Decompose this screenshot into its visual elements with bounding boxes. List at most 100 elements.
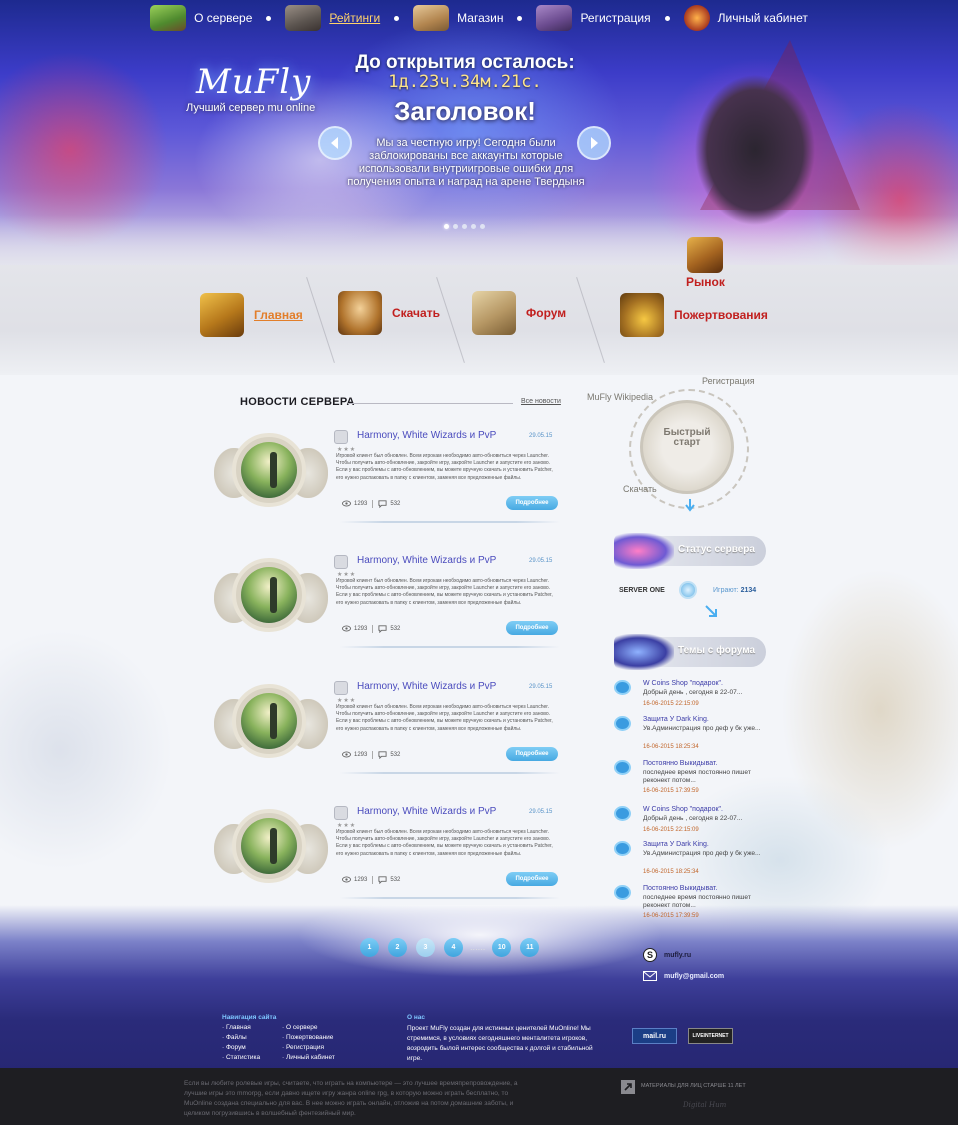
topic-title[interactable]: Постоянно Выкидыват. [643,760,717,767]
footer-nav-title: Навигация сайта [222,1014,277,1021]
hero-figure [270,452,277,488]
site-logo[interactable]: MuFly [196,62,311,102]
page-button[interactable]: 10 [492,938,512,957]
post-emblem [212,428,330,523]
topic-date: 16-06-2015 17:39:59 [643,788,699,794]
forum-topic[interactable]: Постоянно Выкидыват. последнее время пос… [614,760,764,800]
topnav-cabinet[interactable]: Личный кабинет [683,5,808,31]
post-thumbnail[interactable] [232,433,306,507]
post-title[interactable]: Harmony, White Wizards и PvP [357,681,496,692]
menu-forum[interactable]: Форум [472,291,566,335]
menu-download[interactable]: Скачать [338,291,440,335]
forum-topic[interactable]: Защита У Dark King. Ув.Администрация про… [614,841,764,881]
read-more-button[interactable]: Подробнее [506,621,558,635]
topic-title[interactable]: Защита У Dark King. [643,716,709,723]
email-contact[interactable]: mufly@gmail.com [643,969,724,983]
topnav-ratings[interactable]: Рейтинги [285,5,380,31]
slider-dot[interactable] [480,224,485,229]
footer-nav-link[interactable]: · Личный кабинет [282,1053,335,1063]
post-body: Harmony, White Wizards и PvP 29.05.15 ★★… [332,804,560,904]
footer-nav-link[interactable]: · Главная [222,1023,260,1033]
post-rating: ★★★ [337,822,357,829]
post-title[interactable]: Harmony, White Wizards и PvP [357,555,496,566]
menu-label: Форум [526,306,567,320]
post-stats: 1293 532 [342,624,400,633]
chat-bubble-icon [614,885,631,900]
download-link[interactable]: Скачать [623,484,657,494]
slider-dot[interactable] [453,224,458,229]
topnav-about[interactable]: О сервере [150,5,252,31]
topic-title[interactable]: W Coins Shop "подарок". [643,806,723,813]
slider-prev-button[interactable] [318,126,352,160]
post-thumbnail[interactable] [232,809,306,883]
register-link[interactable]: Регистрация [702,376,755,386]
read-more-button[interactable]: Подробнее [506,496,558,510]
topic-excerpt: Добрый день , сегодня в 22-07... [643,689,743,696]
menu-donations[interactable]: Пожертвования [620,293,768,337]
read-more-button[interactable]: Подробнее [506,872,558,886]
news-section-title: НОВОСТИ СЕРВЕРА [240,396,355,408]
footer-nav-link[interactable]: · Регистрация [282,1043,335,1053]
comments-count: 532 [390,751,401,758]
forum-topic[interactable]: Постоянно Выкидыват. последнее время пос… [614,885,764,925]
forum-topic[interactable]: W Coins Shop "подарок". Добрый день , се… [614,806,764,842]
post-rating: ★★★ [337,446,357,453]
topic-title[interactable]: Постоянно Выкидыват. [643,885,717,892]
forum-topic[interactable]: W Coins Shop "подарок". Добрый день , се… [614,680,764,716]
topnav-shop[interactable]: Магазин [413,5,503,31]
page-button[interactable]: 2 [388,938,407,957]
players-label: Играют: [713,587,739,594]
topnav-label: Магазин [457,11,504,25]
players-online: Играют: 2134 [713,587,756,594]
menu-market[interactable]: Рынок [686,237,725,289]
page-button[interactable]: 1 [360,938,379,957]
topic-date: 16-06-2015 17:39:59 [643,913,699,919]
skype-icon: S [643,948,657,962]
mailru-counter-badge[interactable]: mail.ru [632,1028,677,1044]
post-emblem [212,679,330,774]
liveinternet-counter-badge[interactable]: LIVEINTERNET [688,1028,733,1044]
page-button[interactable]: 4 [444,938,463,957]
post-title[interactable]: Harmony, White Wizards и PvP [357,430,496,441]
post-thumbnail[interactable] [232,558,306,632]
footer-nav-link[interactable]: · Файлы [222,1033,260,1043]
footer-nav-link[interactable]: · Форум [222,1043,260,1053]
quick-start-title[interactable]: Быстрый старт [655,428,719,448]
scenery-left [0,580,240,920]
footer-nav-link[interactable]: · Статистика [222,1053,260,1063]
post-divider [340,646,560,648]
wiki-link[interactable]: MuFly Wikipedia [587,392,653,402]
post-title[interactable]: Harmony, White Wizards и PvP [357,806,496,817]
stats-separator [372,499,374,508]
topic-date: 16-06-2015 22:15:09 [643,701,699,707]
topic-date: 16-06-2015 18:25:34 [643,869,699,875]
forum-topic[interactable]: Защита У Dark King. Ув.Администрация про… [614,716,764,756]
footer-nav-link[interactable]: · О сервере [282,1023,335,1033]
read-more-button[interactable]: Подробнее [506,747,558,761]
news-post: Harmony, White Wizards и PvP 29.05.15 ★★… [212,553,562,673]
all-news-link[interactable]: Все новости [521,398,561,405]
menu-home[interactable]: Главная [200,293,303,337]
developer-credit[interactable]: Digital Hum [683,1101,726,1109]
document-icon [334,430,348,444]
comment-icon [378,625,387,633]
post-body: Harmony, White Wizards и PvP 29.05.15 ★★… [332,679,560,779]
slider-next-button[interactable] [577,126,611,160]
topic-title[interactable]: W Coins Shop "подарок". [643,680,723,687]
pagination: 1 2 3 4 ...... 10 11 [360,938,540,957]
footer-nav-link[interactable]: · Пожертвование [282,1033,335,1043]
shield-emblem-icon [683,5,710,31]
topnav-registration[interactable]: Регистрация [536,5,651,31]
topic-title[interactable]: Защита У Dark King. [643,841,709,848]
topnav-label: Рейтинги [329,11,381,25]
slider-dot[interactable] [471,224,476,229]
slider-dot[interactable] [462,224,467,229]
skype-contact[interactable]: S mufly.ru [643,948,691,962]
skype-handle: mufly.ru [664,951,692,959]
nav-dot-separator [664,15,670,21]
slider-dot[interactable] [444,224,449,229]
page-button[interactable]: 11 [520,938,540,957]
post-thumbnail[interactable] [232,684,306,758]
page-button-current[interactable]: 3 [416,938,435,957]
hero-portrait [241,442,297,498]
